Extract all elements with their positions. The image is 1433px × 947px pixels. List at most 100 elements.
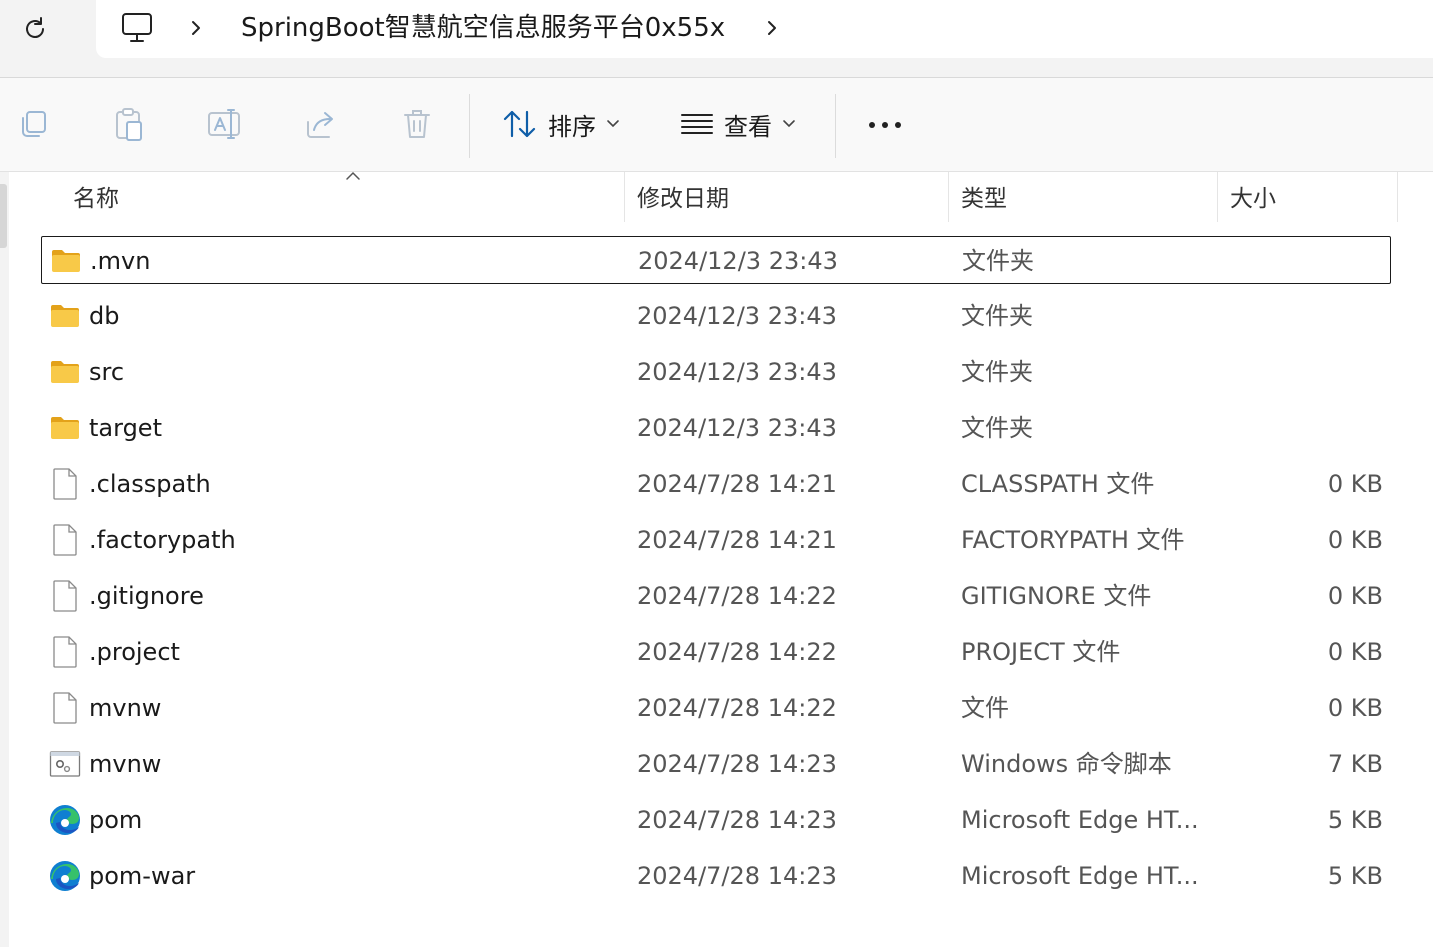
file-row[interactable]: target 2024/12/3 23:43 文件夹 xyxy=(41,404,1391,452)
file-type: GITIGNORE 文件 xyxy=(961,582,1152,610)
file-size: 0 KB xyxy=(1327,638,1383,666)
share-button[interactable] xyxy=(303,104,339,144)
file-row[interactable]: mvnw 2024/7/28 14:22 文件 0 KB xyxy=(41,684,1391,732)
paste-icon xyxy=(116,108,142,141)
ellipsis-icon xyxy=(869,122,901,128)
trash-icon xyxy=(404,110,430,138)
view-dropdown[interactable]: 查看 xyxy=(680,102,796,146)
sort-dropdown[interactable]: 排序 xyxy=(502,102,620,146)
file-size: 7 KB xyxy=(1327,750,1383,778)
file-name: .factorypath xyxy=(89,526,236,554)
chevron-down-icon xyxy=(607,120,619,128)
file-type: 文件夹 xyxy=(961,302,1033,330)
file-row[interactable]: pom 2024/7/28 14:23 Microsoft Edge HT... 5 … xyxy=(41,796,1391,844)
file-name: pom-war xyxy=(89,862,196,890)
file-name: src xyxy=(89,358,125,386)
column-divider[interactable] xyxy=(948,172,949,222)
file-name: .gitignore xyxy=(89,582,204,610)
copy-button[interactable] xyxy=(15,104,51,144)
more-options-button[interactable] xyxy=(862,108,908,142)
file-date: 2024/12/3 23:43 xyxy=(638,247,838,275)
column-divider[interactable] xyxy=(1217,172,1218,222)
file-row[interactable]: src 2024/12/3 23:43 文件夹 xyxy=(41,348,1391,396)
file-date: 2024/7/28 14:21 xyxy=(637,470,837,498)
column-divider[interactable] xyxy=(1397,172,1398,222)
folder-icon xyxy=(48,299,82,333)
folder-icon xyxy=(48,355,82,389)
file-type: Microsoft Edge HT... xyxy=(961,806,1199,834)
folder-icon xyxy=(49,244,83,278)
file-type: 文件夹 xyxy=(961,414,1033,442)
file-row[interactable]: .project 2024/7/28 14:22 PROJECT 文件 0 KB xyxy=(41,628,1391,676)
file-type: 文件夹 xyxy=(962,247,1034,275)
file-icon xyxy=(48,691,82,725)
paste-button[interactable] xyxy=(111,104,147,144)
file-date: 2024/7/28 14:22 xyxy=(637,638,837,666)
file-name: target xyxy=(89,414,162,442)
refresh-icon xyxy=(26,17,44,38)
column-date[interactable]: 修改日期 xyxy=(637,182,729,216)
navigation-pane-edge xyxy=(0,172,9,947)
file-date: 2024/12/3 23:43 xyxy=(637,302,837,330)
column-type[interactable]: 类型 xyxy=(961,182,1007,216)
address-bar: SpringBoot智慧航空信息服务平台0x55x xyxy=(0,0,1433,78)
this-pc-icon[interactable] xyxy=(120,12,154,44)
file-size: 0 KB xyxy=(1327,694,1383,722)
share-icon xyxy=(307,112,333,138)
file-row[interactable]: db 2024/12/3 23:43 文件夹 xyxy=(41,292,1391,340)
file-type: PROJECT 文件 xyxy=(961,638,1121,666)
file-name: mvnw xyxy=(89,694,162,722)
file-size: 0 KB xyxy=(1327,582,1383,610)
toolbar-divider xyxy=(469,94,470,158)
file-icon xyxy=(48,579,82,613)
file-date: 2024/7/28 14:21 xyxy=(637,526,837,554)
file-name: pom xyxy=(89,806,143,834)
file-row[interactable]: mvnw 2024/7/28 14:23 Windows 命令脚本 7 KB xyxy=(41,740,1391,788)
file-date: 2024/7/28 14:22 xyxy=(637,694,837,722)
chevron-right-icon[interactable] xyxy=(186,14,206,42)
command-bar: 排序 查看 xyxy=(0,78,1433,172)
file-name: .mvn xyxy=(90,247,151,275)
file-row[interactable]: .gitignore 2024/7/28 14:22 GITIGNORE 文件 0 K… xyxy=(41,572,1391,620)
file-row[interactable]: .factorypath 2024/7/28 14:21 FACTORYPATH 文… xyxy=(41,516,1391,564)
file-date: 2024/12/3 23:43 xyxy=(637,414,837,442)
file-date: 2024/7/28 14:22 xyxy=(637,582,837,610)
column-size[interactable]: 大小 xyxy=(1230,182,1276,216)
file-size: 0 KB xyxy=(1327,470,1383,498)
column-name[interactable]: 名称 xyxy=(73,182,119,216)
file-row[interactable]: .mvn 2024/12/3 23:43 文件夹 xyxy=(41,236,1391,284)
view-list-icon xyxy=(681,114,713,134)
column-divider[interactable] xyxy=(624,172,625,222)
delete-button[interactable] xyxy=(399,104,435,144)
scrollbar-thumb[interactable] xyxy=(0,184,7,248)
file-row[interactable]: pom-war 2024/7/28 14:23 Microsoft Edge HT.… xyxy=(41,852,1391,900)
file-date: 2024/7/28 14:23 xyxy=(637,806,837,834)
refresh-button[interactable] xyxy=(18,12,52,46)
chevron-down-icon xyxy=(783,120,795,128)
column-header-row: 名称 修改日期 类型 大小 xyxy=(10,171,1433,226)
file-row[interactable]: .classpath 2024/7/28 14:21 CLASSPATH 文件 0 K… xyxy=(41,460,1391,508)
folder-icon xyxy=(48,411,82,445)
file-date: 2024/12/3 23:43 xyxy=(637,358,837,386)
file-size: 5 KB xyxy=(1327,862,1383,890)
file-size: 5 KB xyxy=(1327,806,1383,834)
file-name: .classpath xyxy=(89,470,211,498)
sort-label: 排序 xyxy=(548,112,596,141)
file-type: CLASSPATH 文件 xyxy=(961,470,1155,498)
sort-icon xyxy=(503,110,536,138)
file-name: db xyxy=(89,302,120,330)
file-date: 2024/7/28 14:23 xyxy=(637,750,837,778)
file-type: 文件 xyxy=(961,694,1009,722)
sort-ascending-icon xyxy=(346,171,360,180)
file-type: Windows 命令脚本 xyxy=(961,750,1172,778)
edge-icon xyxy=(48,859,82,893)
rename-button[interactable] xyxy=(207,104,243,144)
chevron-right-icon[interactable] xyxy=(762,14,782,42)
file-date: 2024/7/28 14:23 xyxy=(637,862,837,890)
breadcrumb-folder[interactable]: SpringBoot智慧航空信息服务平台0x55x xyxy=(241,11,725,45)
file-size: 0 KB xyxy=(1327,526,1383,554)
edge-icon xyxy=(48,803,82,837)
rename-icon xyxy=(208,109,240,139)
file-type: FACTORYPATH 文件 xyxy=(961,526,1185,554)
copy-icon xyxy=(22,111,46,137)
